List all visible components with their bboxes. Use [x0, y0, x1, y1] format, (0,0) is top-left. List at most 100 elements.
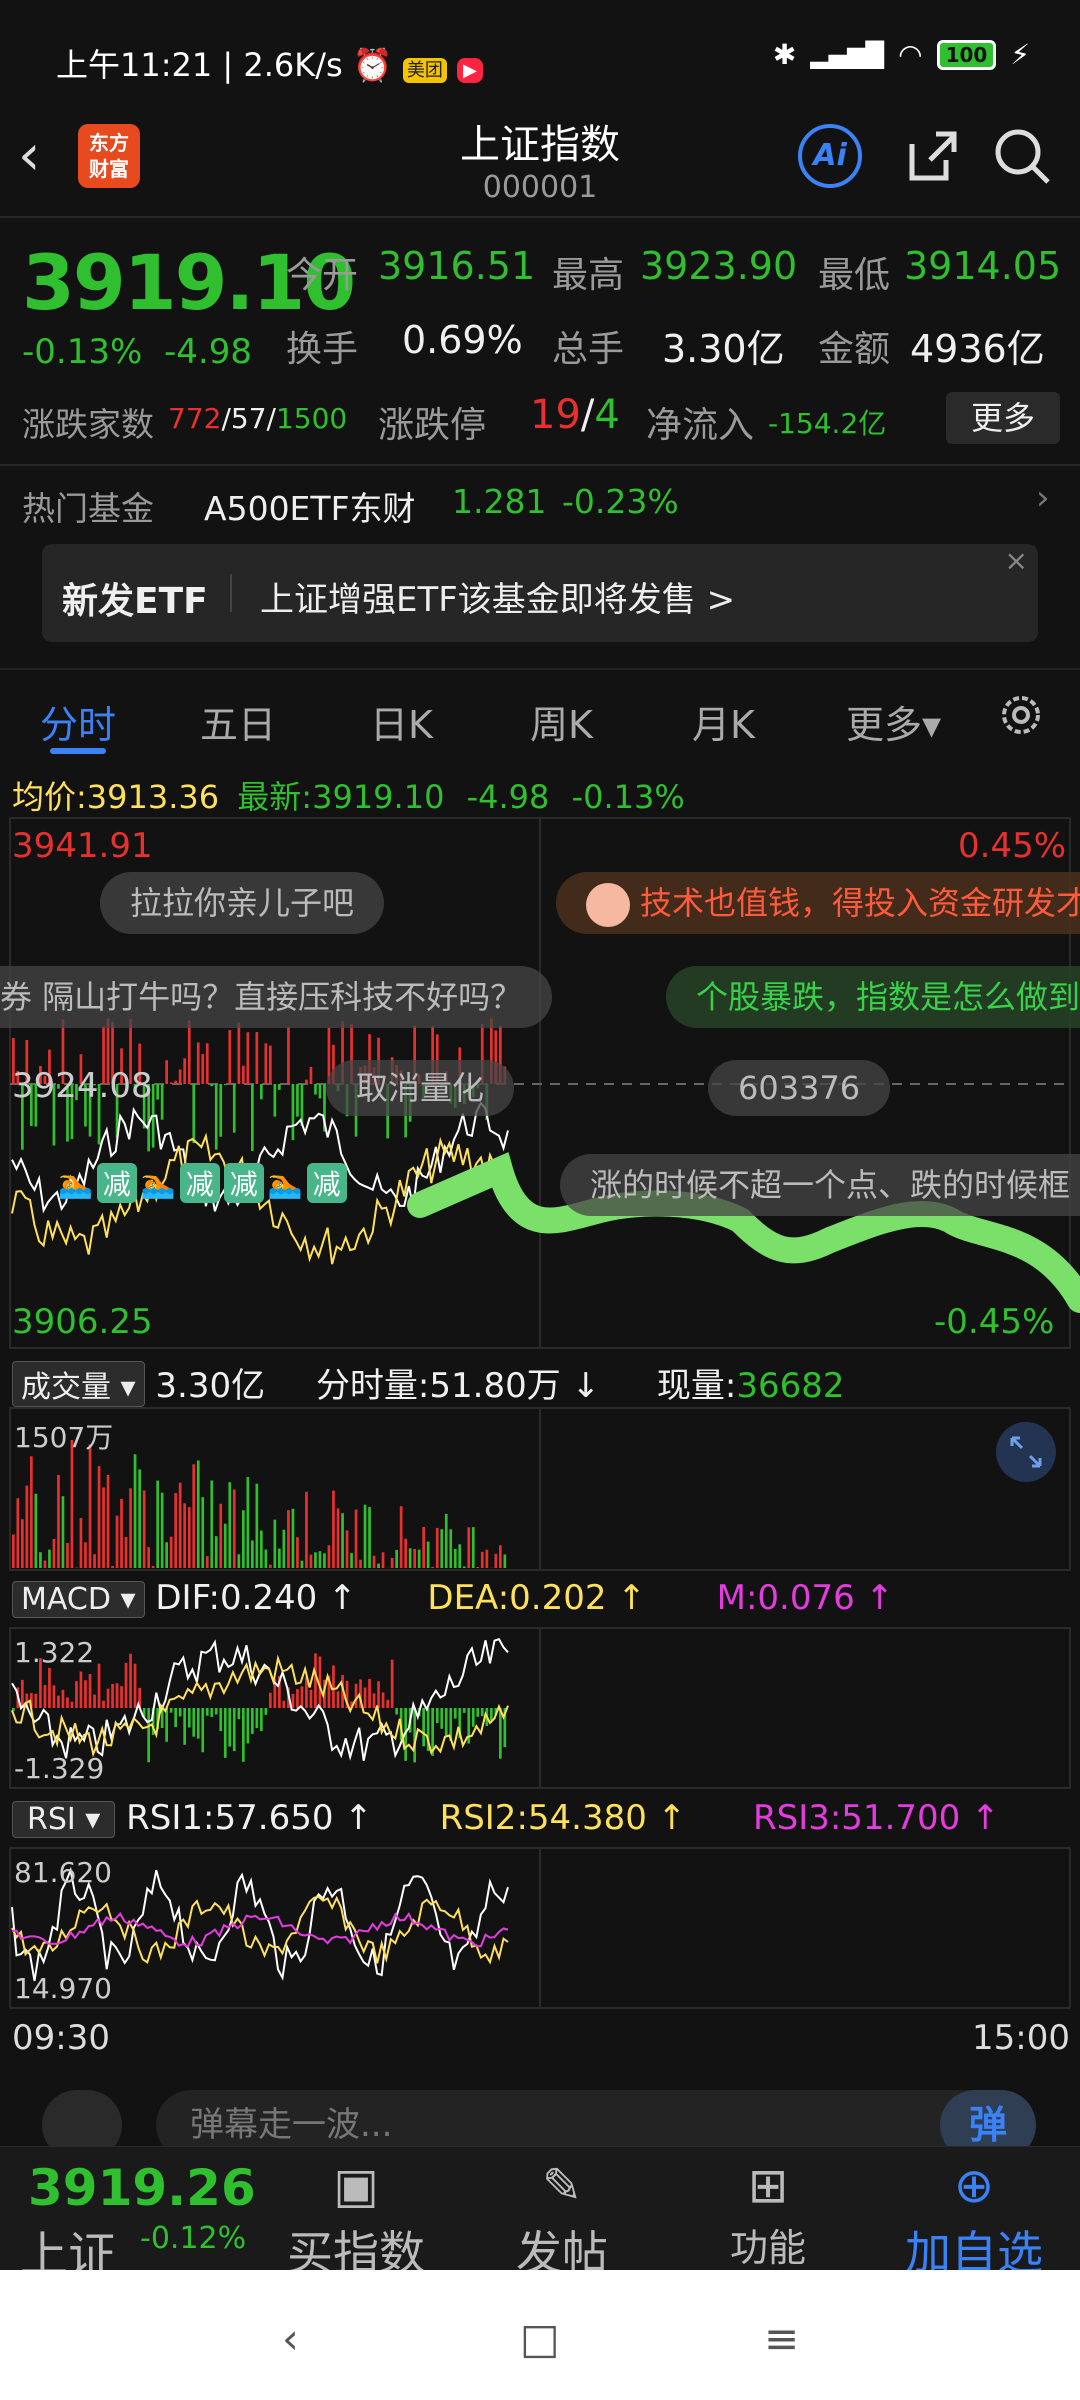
bar	[43, 1685, 47, 1708]
bar	[97, 1466, 101, 1568]
nav-back-icon[interactable]: ‹	[282, 2314, 299, 2363]
bar	[223, 1523, 227, 1568]
bar	[34, 1693, 38, 1708]
expand-icon[interactable]	[996, 1422, 1056, 1482]
nav-menu-icon[interactable]: ≡	[764, 2314, 799, 2363]
ai-assistant-button[interactable]: Ai	[798, 124, 862, 188]
breadth-label: 涨跌家数	[22, 405, 154, 444]
macd-axis-min: -1.329	[14, 1752, 105, 1785]
hot-fund-name[interactable]: A500ETF东财	[204, 482, 416, 530]
macd-indicator-select[interactable]: MACD ▾	[12, 1581, 145, 1618]
rsi-axis-min: 14.970	[14, 1972, 112, 2005]
bar	[57, 1695, 60, 1708]
post-button[interactable]: ✎ 发帖	[482, 2155, 642, 2283]
page-title: 上证指数	[460, 122, 620, 168]
bar	[147, 1708, 150, 1763]
bar	[309, 1689, 313, 1708]
volume-indicator-select[interactable]: 成交量 ▾	[12, 1361, 145, 1407]
low-label: 最低	[818, 255, 891, 296]
bar	[156, 1480, 159, 1568]
bar	[201, 1497, 205, 1568]
bar	[363, 1504, 367, 1568]
etf-banner[interactable]: 新发ETF 上证增强ETF该基金即将发售 > ×	[42, 544, 1038, 642]
divider	[0, 464, 1080, 466]
danmaku-comment[interactable]: 取消量化	[326, 1060, 515, 1116]
status-time-speed: 上午11:21 | 2.6K/s ⏰ 美团 ▶	[56, 40, 483, 86]
amount-label: 金额	[818, 329, 891, 370]
bar	[183, 1708, 186, 1745]
tab-more[interactable]: 更多▾	[846, 694, 941, 749]
more-button[interactable]: 更多	[946, 392, 1060, 444]
gear-icon[interactable]	[996, 690, 1046, 740]
bar	[413, 1549, 416, 1568]
tab-daily-k[interactable]: 日K	[370, 694, 433, 749]
bar	[187, 1708, 191, 1728]
rsi-indicator-select[interactable]: RSI ▾	[12, 1801, 116, 1838]
bar	[219, 1503, 223, 1568]
danmaku-comment[interactable]: 拉拉你亲儿子吧	[100, 872, 385, 934]
bar	[278, 1548, 281, 1568]
bar	[106, 1688, 110, 1708]
add-watchlist-button[interactable]: ⊕ 加自选	[894, 2155, 1054, 2283]
bar	[314, 1552, 317, 1568]
bar	[111, 1566, 114, 1568]
bar	[201, 1708, 205, 1753]
bar	[223, 1708, 227, 1758]
bar	[124, 1536, 128, 1568]
nav-home-icon[interactable]: □	[520, 2314, 560, 2363]
bar	[174, 1080, 177, 1084]
danmaku-comment[interactable]: 涨的时候不超一个点、跌的时候框	[560, 1154, 1080, 1216]
bar	[377, 1681, 380, 1708]
high-label: 最高	[552, 255, 625, 296]
bar	[260, 1708, 263, 1731]
search-icon[interactable]	[990, 124, 1054, 188]
mini-quote-change: -0.12%	[140, 2221, 247, 2256]
chart-icon: ▣	[333, 2158, 379, 2214]
bar	[309, 1067, 313, 1084]
buy-index-button[interactable]: ▣ 买指数	[276, 2155, 436, 2283]
bar	[350, 1553, 353, 1568]
bar	[205, 1043, 209, 1084]
danmaku-comment[interactable]: 603376	[708, 1060, 891, 1116]
etf-banner-text: 上证增强ETF该基金即将发售 >	[260, 580, 736, 620]
bar	[57, 1475, 60, 1568]
bar	[449, 1529, 453, 1568]
share-icon[interactable]	[900, 124, 964, 188]
tab-weekly-k[interactable]: 周K	[530, 694, 593, 749]
tab-monthly-k[interactable]: 月K	[692, 694, 755, 749]
danmaku-comment[interactable]: 个股暴跌，指数是怎么做到	[666, 966, 1080, 1028]
bar	[251, 1084, 254, 1151]
bar	[309, 1554, 313, 1568]
sticker-reduce: 减	[306, 1163, 347, 1203]
bar	[462, 1566, 466, 1568]
tab-intraday[interactable]: 分时	[40, 694, 116, 749]
bar	[169, 1536, 173, 1568]
swimmer-icon: 🏊	[58, 1166, 93, 1200]
bar	[246, 1032, 250, 1084]
bar	[106, 1474, 110, 1568]
bar	[48, 1549, 51, 1568]
high-value: 3923.90	[640, 244, 798, 288]
bar	[368, 1507, 371, 1568]
chevron-right-icon[interactable]: ›	[1036, 478, 1050, 518]
bar	[368, 1678, 371, 1708]
bar	[201, 1054, 205, 1084]
bar	[264, 1043, 268, 1084]
functions-button[interactable]: ⊞ 功能	[688, 2155, 848, 2272]
close-icon[interactable]: ×	[1005, 544, 1028, 577]
bar	[327, 1545, 331, 1568]
bar	[178, 1069, 182, 1084]
bar	[192, 1708, 196, 1737]
mini-quote-price[interactable]: 3919.26	[28, 2159, 256, 2217]
bar	[318, 1084, 322, 1099]
bar	[187, 1507, 191, 1568]
change-percent: -0.13%	[22, 332, 143, 372]
tab-five-day[interactable]: 五日	[200, 694, 276, 749]
bar	[70, 1701, 74, 1708]
danmaku-comment[interactable]: 券 隔山打牛吗？直接压科技不好吗？	[0, 966, 553, 1028]
bar	[296, 1537, 299, 1568]
bar	[314, 1653, 317, 1708]
danmaku-comment[interactable]: 技术也值钱，得投入资金研发才	[556, 872, 1080, 934]
back-button[interactable]: ‹	[18, 128, 78, 188]
bar	[102, 1700, 105, 1708]
